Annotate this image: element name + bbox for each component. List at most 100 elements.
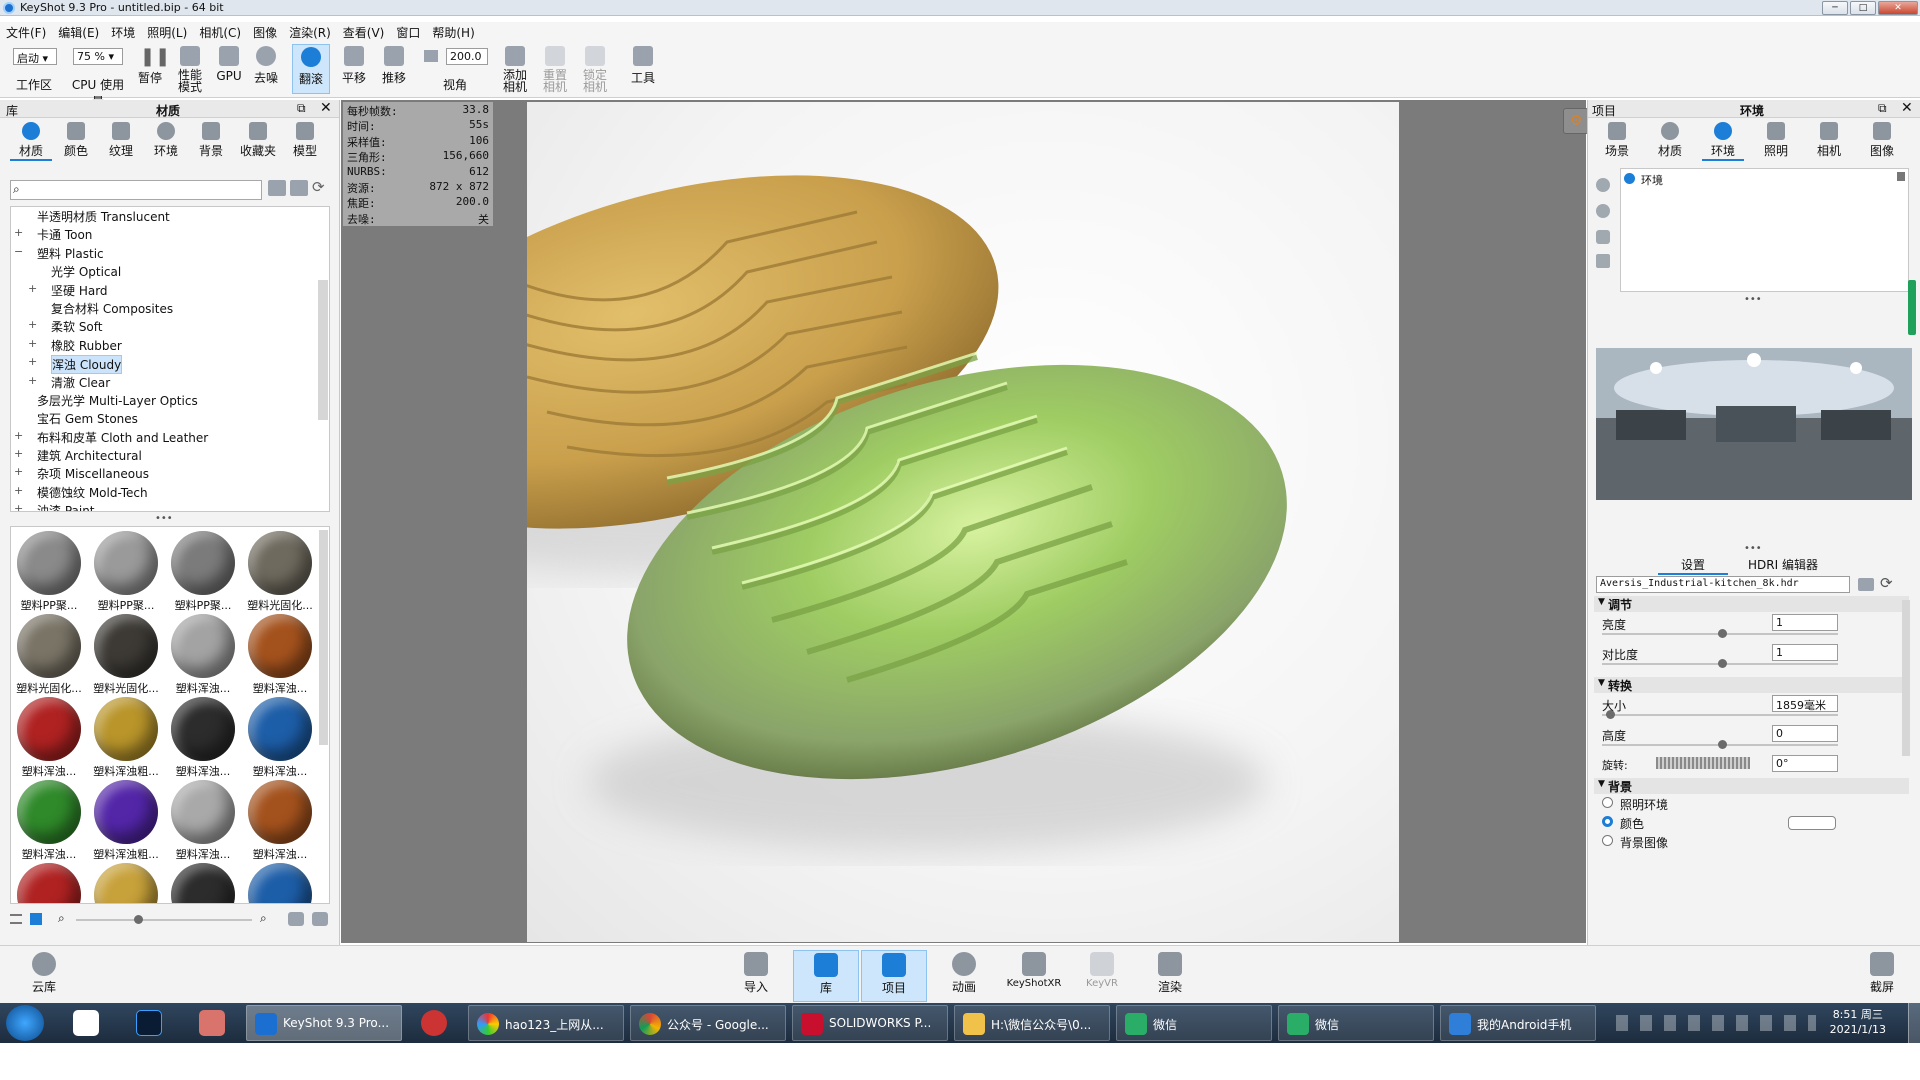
adjust-section-header[interactable]: 调节 — [1594, 596, 1909, 612]
zoom-out-icon[interactable]: ⌕ — [58, 911, 65, 926]
tab-favorites[interactable]: 收藏夹 — [237, 122, 279, 159]
render-viewport[interactable]: 每秒帧数: 33.8 时间: 55s 采样值: 106 三角形: 156,660 NURBS: 6… — [341, 100, 1589, 943]
tab-backgrounds[interactable]: 背景 — [190, 122, 232, 159]
menu-environment[interactable]: 环境 — [105, 22, 141, 41]
contrast-input[interactable]: 1 — [1772, 644, 1838, 661]
library-button[interactable]: 库 — [793, 950, 859, 1002]
contrast-slider[interactable] — [1602, 659, 1838, 668]
material-thumbnail[interactable]: 塑料浑浊... — [167, 612, 239, 695]
field-of-view-input[interactable]: 200.0 — [446, 48, 488, 65]
settings-scrollbar[interactable] — [1902, 600, 1910, 756]
splitter-handle[interactable]: ••• — [1744, 294, 1762, 305]
reset-camera-button[interactable]: 重置 相机 — [538, 46, 572, 93]
tree-item[interactable]: + 清澈 Clear — [11, 373, 329, 391]
task-explorer[interactable]: H:\微信公众号\0... — [954, 1005, 1110, 1041]
material-thumbnail[interactable]: 塑料浑浊... — [13, 778, 85, 861]
expand-icon[interactable]: + — [28, 374, 38, 387]
tree-item[interactable]: − 塑料 Plastic — [11, 244, 329, 262]
menu-camera[interactable]: 相机(C) — [193, 22, 247, 41]
tab-lighting[interactable]: 照明 — [1755, 122, 1797, 159]
transform-section-header[interactable]: 转换 — [1594, 677, 1909, 693]
hdri-preview[interactable] — [1596, 348, 1912, 500]
splitter-handle-2[interactable]: ••• — [1744, 543, 1762, 554]
material-thumbnail[interactable]: 塑料浑浊... — [167, 778, 239, 861]
project-button[interactable]: 项目 — [861, 950, 927, 1002]
tab-material[interactable]: 材质 — [1649, 122, 1691, 159]
rotation-dial[interactable] — [1656, 757, 1750, 769]
task-android[interactable]: 我的Android手机 — [1440, 1005, 1596, 1041]
tree-item[interactable]: + 橡胶 Rubber — [11, 336, 329, 354]
hdri-file-input[interactable]: Aversis_Industrial-kitchen_8k.hdr — [1596, 576, 1850, 593]
pinned-app-4[interactable] — [414, 1007, 454, 1039]
background-section-header[interactable]: 背景 — [1594, 778, 1909, 794]
denoise-button[interactable]: 去噪 — [250, 46, 282, 86]
close-icon[interactable]: ✕ — [1901, 100, 1913, 116]
environment-list[interactable]: 环境 — [1620, 168, 1909, 292]
tab-camera[interactable]: 相机 — [1808, 122, 1850, 159]
bg-color-radio[interactable] — [1602, 816, 1613, 827]
expand-icon[interactable]: + — [28, 355, 38, 368]
height-slider[interactable] — [1602, 740, 1838, 749]
clock[interactable]: 8:51 周三 2021/1/13 — [1830, 1007, 1886, 1037]
material-thumbnail[interactable]: 塑料PP聚... — [167, 529, 239, 612]
cloud-library-button[interactable]: 云库 — [18, 950, 70, 995]
tab-colors[interactable]: 颜色 — [55, 122, 97, 159]
material-thumbnail[interactable]: 塑料浑浊... — [167, 695, 239, 778]
pinned-app-3[interactable] — [192, 1007, 232, 1039]
tumble-button[interactable]: 翻滚 — [292, 44, 330, 94]
material-thumbnail[interactable] — [244, 861, 316, 903]
height-knob[interactable] — [1718, 740, 1727, 749]
tab-textures[interactable]: 纹理 — [100, 122, 142, 159]
import-button[interactable]: 导入 — [730, 950, 782, 995]
pinned-app-1[interactable] — [66, 1007, 106, 1039]
expand-icon[interactable]: + — [28, 337, 38, 350]
library-search-input[interactable] — [10, 180, 262, 200]
tree-item[interactable]: 复合材料 Composites — [11, 299, 329, 317]
menu-view[interactable]: 查看(V) — [337, 22, 391, 41]
tab-models[interactable]: 模型 — [284, 122, 326, 159]
tree-scrollbar[interactable] — [318, 280, 328, 420]
bg-lighting-radio[interactable] — [1602, 797, 1613, 808]
gpu-button[interactable]: GPU — [214, 46, 244, 83]
expand-icon[interactable]: + — [14, 484, 24, 497]
folder-open-icon[interactable] — [268, 180, 286, 196]
pause-button[interactable]: ❚❚ 暂停 — [134, 46, 170, 86]
material-thumbnail[interactable] — [90, 861, 162, 903]
splitter-handle[interactable]: ••• — [155, 513, 173, 524]
workspace-select[interactable]: 启动 ▾ — [13, 48, 57, 65]
material-thumbnail[interactable]: 塑料PP聚... — [90, 529, 162, 612]
tree-item[interactable]: 多层光学 Multi-Layer Optics — [11, 391, 329, 409]
material-thumbnail[interactable]: 塑料浑浊粗... — [90, 778, 162, 861]
pinned-photoshop[interactable] — [129, 1007, 169, 1039]
render-image[interactable] — [527, 102, 1399, 942]
material-thumbnail[interactable]: 塑料浑浊... — [244, 778, 316, 861]
brightness-input[interactable]: 1 — [1772, 614, 1838, 631]
task-keyshot[interactable]: KeyShot 9.3 Pro... — [246, 1005, 402, 1041]
tree-item[interactable]: 半透明材质 Translucent — [11, 207, 329, 225]
tree-item[interactable]: 光学 Optical — [11, 262, 329, 280]
trash-icon[interactable] — [1596, 254, 1610, 268]
rotation-input[interactable]: 0° — [1772, 755, 1838, 772]
refresh-icon[interactable]: ⟳ — [1880, 574, 1893, 592]
material-thumbnail[interactable] — [13, 861, 85, 903]
subtab-settings[interactable]: 设置 — [1658, 556, 1728, 575]
expand-icon[interactable]: + — [14, 465, 24, 478]
tools-button[interactable]: 工具 — [626, 46, 660, 86]
list-view-icon[interactable] — [10, 914, 22, 924]
add-environment-icon[interactable] — [1596, 178, 1610, 192]
cpu-usage-select[interactable]: 75 % ▾ — [73, 48, 123, 65]
menu-image[interactable]: 图像 — [247, 22, 283, 41]
environment-settings-icon[interactable] — [1596, 230, 1610, 244]
height-input[interactable]: 0 — [1772, 725, 1838, 742]
material-tree[interactable]: 半透明材质 Translucent + 卡通 Toon − 塑料 Plastic 光学 O… — [10, 206, 330, 512]
pan-button[interactable]: 平移 — [338, 46, 370, 86]
task-chrome[interactable]: 公众号 - Google... — [630, 1005, 786, 1041]
close-button[interactable]: ✕ — [1878, 1, 1918, 15]
expand-icon[interactable]: + — [28, 318, 38, 331]
expand-icon[interactable]: + — [14, 226, 24, 239]
expand-icon[interactable]: + — [28, 282, 38, 295]
material-thumbnail[interactable]: 塑料浑浊粗... — [90, 695, 162, 778]
menu-help[interactable]: 帮助(H) — [426, 22, 480, 41]
dolly-button[interactable]: 推移 — [378, 46, 410, 86]
minimize-button[interactable]: ─ — [1822, 1, 1848, 15]
